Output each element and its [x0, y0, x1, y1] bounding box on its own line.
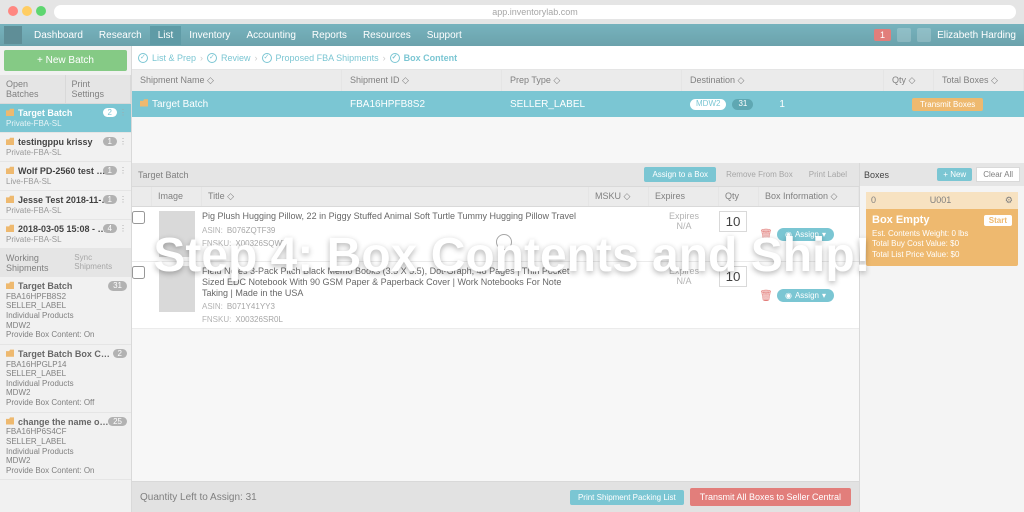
print-packing-list-button[interactable]: Print Shipment Packing List: [570, 490, 684, 505]
boxes-panel: Boxes + New Clear All 0 U001 ⚙ Box Empty…: [859, 163, 1024, 512]
mail-icon[interactable]: [897, 28, 911, 42]
sidebar-batch-item[interactable]: Target BatchPrivate-FBA-SL2⋮: [0, 104, 131, 133]
sidebar-batch-item[interactable]: 2018-03-05 15:08 - …Private-FBA-SL4⋮: [0, 220, 131, 249]
shipment-table: Shipment Name ◇ Shipment ID ◇ Prep Type …: [132, 70, 1024, 117]
working-shipments-label: Working Shipments: [6, 253, 74, 273]
folder-icon: [6, 137, 14, 145]
col-destination[interactable]: Destination ◇: [682, 70, 884, 91]
sidebar-batch-item[interactable]: testingppu krissyPrivate-FBA-SL1⋮: [0, 133, 131, 162]
nav-list[interactable]: List: [150, 26, 182, 45]
more-icon[interactable]: ⋮: [119, 195, 127, 204]
logo-icon: [4, 26, 22, 44]
transmit-all-button[interactable]: Transmit All Boxes to Seller Central: [690, 488, 851, 506]
product-image: [159, 266, 195, 312]
col-shipment-id[interactable]: Shipment ID ◇: [342, 70, 502, 91]
wizard-steps: List & Prep› Review› Proposed FBA Shipme…: [132, 46, 1024, 70]
boxes-label: Boxes: [864, 170, 889, 180]
folder-icon: [6, 417, 14, 425]
more-icon[interactable]: ⋮: [119, 137, 127, 146]
working-shipment-item[interactable]: change the name o…25FBA16HP6S4CFSELLER_L…: [0, 413, 131, 481]
col-qty[interactable]: Qty ◇: [884, 70, 934, 91]
wizard-step-list-prep[interactable]: List & Prep: [138, 53, 196, 63]
nav-inventory[interactable]: Inventory: [181, 26, 238, 45]
working-shipment-item[interactable]: Target Batch31FBA16HPFB8S2SELLER_LABELIn…: [0, 277, 131, 345]
gear-icon[interactable]: ⚙: [1005, 195, 1013, 206]
nav-research[interactable]: Research: [91, 26, 150, 45]
sidebar: + New Batch Open Batches Print Settings …: [0, 46, 132, 512]
folder-icon: [6, 108, 14, 116]
clear-all-button[interactable]: Clear All: [976, 167, 1020, 182]
new-box-button[interactable]: + New: [937, 168, 972, 181]
col-total-boxes[interactable]: Total Boxes ◇: [934, 70, 1024, 91]
transmit-boxes-button[interactable]: Transmit Boxes: [912, 98, 983, 111]
alert-badge[interactable]: 1: [874, 29, 891, 41]
assign-button[interactable]: ◉Assign ▾: [777, 289, 834, 302]
url-bar[interactable]: app.inventorylab.com: [54, 5, 1016, 19]
qty-input[interactable]: [719, 211, 747, 232]
item-row: Pig Plush Hugging Pillow, 22 in Piggy St…: [132, 207, 859, 262]
product-image: [159, 211, 195, 257]
wizard-step-proposed[interactable]: Proposed FBA Shipments: [262, 53, 379, 63]
qty-left-label: Quantity Left to Assign: 31: [140, 492, 257, 503]
folder-icon: [140, 99, 148, 107]
assign-button[interactable]: ◉Assign ▾: [777, 228, 834, 241]
open-batches-label: Open Batches: [0, 75, 66, 103]
box-card[interactable]: 0 U001 ⚙ Box Empty Start Est. Contents W…: [866, 192, 1018, 266]
col-shipment-name[interactable]: Shipment Name ◇: [132, 70, 342, 91]
print-label-button[interactable]: Print Label: [803, 167, 853, 182]
sound-icon[interactable]: [917, 28, 931, 42]
shipment-row[interactable]: Target Batch FBA16HPFB8S2 SELLER_LABEL M…: [132, 91, 1024, 117]
nav-resources[interactable]: Resources: [355, 26, 419, 45]
assign-to-box-button[interactable]: Assign to a Box: [644, 167, 716, 182]
qty-input[interactable]: [719, 266, 747, 287]
sync-shipments-button[interactable]: Sync Shipments: [74, 253, 125, 273]
delete-icon[interactable]: 🗑: [759, 228, 773, 241]
folder-icon: [6, 224, 14, 232]
user-name[interactable]: Elizabeth Harding: [937, 30, 1016, 41]
sidebar-batch-item[interactable]: Jesse Test 2018-11-…Private-FBA-SL1⋮: [0, 191, 131, 220]
sidebar-batch-item[interactable]: Wolf PD-2560 test …Live-FBA-SL1⋮: [0, 162, 131, 191]
nav-accounting[interactable]: Accounting: [238, 26, 303, 45]
working-shipment-item[interactable]: Target Batch Box C…2FBA16HPGLP14SELLER_L…: [0, 345, 131, 413]
wizard-step-box-content[interactable]: Box Content: [390, 53, 458, 63]
new-batch-button[interactable]: + New Batch: [4, 50, 127, 71]
print-settings-button[interactable]: Print Settings: [66, 75, 132, 103]
more-icon[interactable]: ⋮: [119, 166, 127, 175]
browser-chrome: app.inventorylab.com: [0, 0, 1024, 24]
item-row: Field Notes 3-Pack Pitch Black Memo Book…: [132, 262, 859, 329]
remove-from-box-button[interactable]: Remove From Box: [720, 167, 799, 182]
wizard-step-review[interactable]: Review: [207, 53, 251, 63]
item-checkbox[interactable]: [132, 266, 145, 279]
item-checkbox[interactable]: [132, 211, 145, 224]
col-prep-type[interactable]: Prep Type ◇: [502, 70, 682, 91]
folder-icon: [6, 349, 14, 357]
top-nav: Dashboard Research List Inventory Accoun…: [0, 24, 1024, 46]
folder-icon: [6, 166, 14, 174]
nav-reports[interactable]: Reports: [304, 26, 355, 45]
more-icon[interactable]: ⋮: [119, 224, 127, 233]
nav-support[interactable]: Support: [419, 26, 470, 45]
folder-icon: [6, 195, 14, 203]
window-controls[interactable]: [8, 6, 50, 19]
start-box-button[interactable]: Start: [984, 215, 1012, 226]
folder-icon: [6, 281, 14, 289]
more-icon[interactable]: ⋮: [119, 108, 127, 117]
batch-title: Target Batch: [132, 166, 222, 184]
nav-dashboard[interactable]: Dashboard: [26, 26, 91, 45]
delete-icon[interactable]: 🗑: [759, 289, 773, 302]
